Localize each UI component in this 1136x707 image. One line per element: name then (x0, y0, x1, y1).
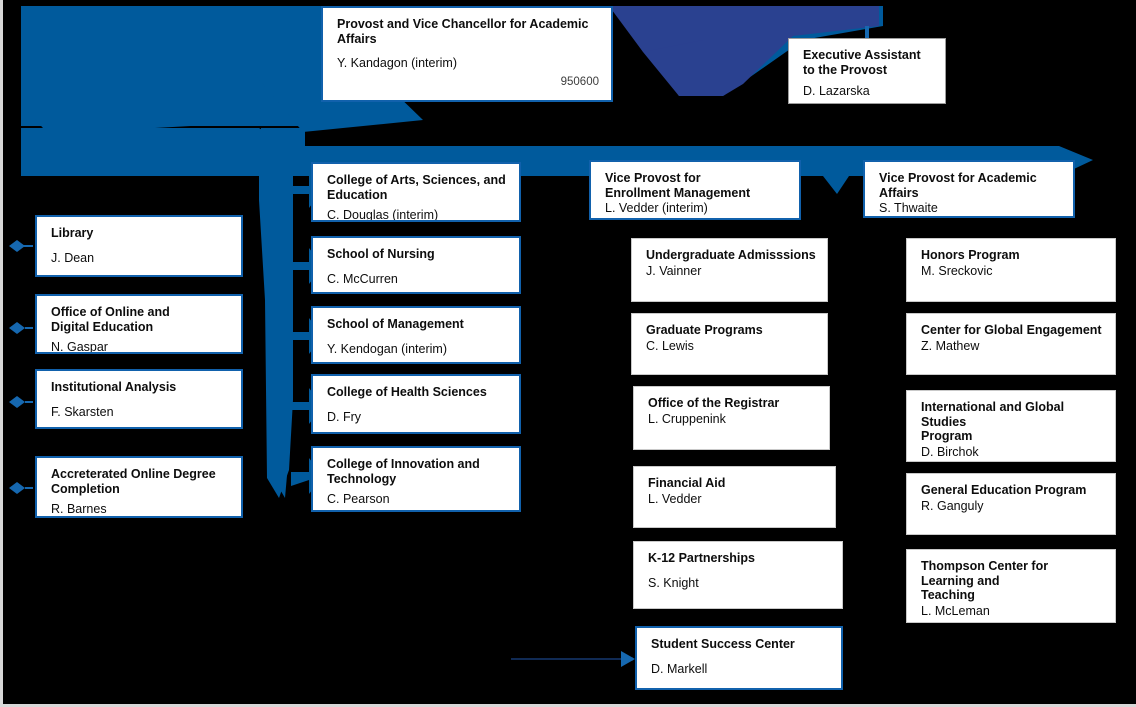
node-school-of-management[interactable]: School of Management Y. Kendogan (interi… (311, 306, 521, 364)
node-online-digital-education-name: N. Gaspar (51, 340, 108, 354)
node-college-health-sciences-name: D. Fry (327, 409, 362, 424)
node-online-digital-education-title: Office of Online and Digital Education (51, 305, 170, 334)
node-graduate-programs-name: C. Lewis (646, 338, 694, 353)
node-center-global-engagement[interactable]: Center for Global Engagement Z. Mathew (906, 313, 1116, 375)
node-student-success-center-title: Student Success Center (651, 637, 795, 651)
node-vp-enrollment-name: L. Vedder (interim) (605, 201, 708, 215)
node-provost[interactable]: Provost and Vice Chancellor for Academic… (321, 6, 613, 102)
node-general-education-program-name: R. Ganguly (921, 498, 984, 513)
node-online-digital-education[interactable]: Office of Online and Digital Education N… (35, 294, 243, 354)
org-chart-canvas: Provost and Vice Chancellor for Academic… (0, 0, 1136, 707)
node-college-innovation-technology[interactable]: College of Innovation and Technology C. … (311, 446, 521, 512)
node-k12-partnerships-name: S. Knight (648, 575, 699, 590)
node-accelerated-online-degree-title: Accreterated Online Degree Completion (51, 467, 216, 496)
node-thompson-center-name: L. McLeman (921, 603, 990, 618)
node-college-arts-name: C. Douglas (interim) (327, 208, 439, 222)
node-center-global-engagement-name: Z. Mathew (921, 338, 980, 353)
node-college-health-sciences-title: College of Health Sciences (327, 385, 487, 399)
node-school-of-management-title: School of Management (327, 317, 464, 331)
node-center-global-engagement-title: Center for Global Engagement (921, 323, 1102, 337)
student-success-connector (511, 651, 635, 667)
node-honors-program[interactable]: Honors Program M. Sreckovic (906, 238, 1116, 302)
node-international-global-studies-name: D. Birchok (921, 444, 979, 459)
node-office-of-registrar[interactable]: Office of the Registrar L. Cruppenink (633, 386, 830, 450)
node-library-name: J. Dean (51, 250, 95, 265)
node-thompson-center-title: Thompson Center for Learning and Teachin… (921, 559, 1049, 602)
node-international-global-studies-title: International and Global Studies Program (921, 400, 1065, 443)
node-institutional-analysis-title: Institutional Analysis (51, 380, 177, 394)
node-vp-enrollment-title: Vice Provost for Enrollment Management (605, 171, 751, 200)
node-accelerated-online-degree-name: R. Barnes (51, 502, 107, 516)
node-undergraduate-admissions-name: J. Vainner (646, 263, 702, 278)
node-exec-assistant-name: D. Lazarska (803, 84, 870, 98)
node-graduate-programs-title: Graduate Programs (646, 323, 763, 337)
node-general-education-program-title: General Education Program (921, 483, 1087, 497)
node-vp-academic-affairs-title: Vice Provost for Academic Affairs (879, 171, 1037, 200)
node-exec-assistant-title: Executive Assistant to the Provost (803, 48, 921, 77)
node-vp-academic-affairs-name: S. Thwaite (879, 201, 938, 215)
node-school-of-nursing-name: C. McCurren (327, 271, 398, 286)
node-institutional-analysis-name: F. Skarsten (51, 404, 114, 419)
node-honors-program-title: Honors Program (921, 248, 1020, 262)
node-institutional-analysis[interactable]: Institutional Analysis F. Skarsten (35, 369, 243, 429)
node-office-of-registrar-title: Office of the Registrar (648, 396, 780, 410)
node-student-success-center[interactable]: Student Success Center D. Markell (635, 626, 843, 690)
node-college-innovation-title: College of Innovation and Technology (327, 457, 480, 486)
node-school-of-nursing-title: School of Nursing (327, 247, 435, 261)
node-college-arts-title: College of Arts, Sciences, and Education (327, 173, 506, 202)
column1-connectors (9, 240, 33, 494)
node-college-health-sciences[interactable]: College of Health Sciences D. Fry (311, 374, 521, 434)
node-school-of-nursing[interactable]: School of Nursing C. McCurren (311, 236, 521, 294)
node-provost-name: Y. Kandagon (interim) (337, 56, 457, 70)
node-vp-enrollment-management[interactable]: Vice Provost for Enrollment Management L… (589, 160, 801, 220)
node-financial-aid-title: Financial Aid (648, 476, 726, 490)
node-honors-program-name: M. Sreckovic (921, 263, 993, 278)
node-school-of-management-name: Y. Kendogan (interim) (327, 341, 447, 356)
node-financial-aid[interactable]: Financial Aid L. Vedder (633, 466, 836, 528)
node-undergraduate-admissions[interactable]: Undergraduate Admisssions J. Vainner (631, 238, 828, 302)
node-general-education-program[interactable]: General Education Program R. Ganguly (906, 473, 1116, 535)
node-provost-title: Provost and Vice Chancellor for Academic… (337, 17, 589, 46)
node-accelerated-online-degree[interactable]: Accreterated Online Degree Completion R.… (35, 456, 243, 518)
node-college-arts-sciences-education[interactable]: College of Arts, Sciences, and Education… (311, 162, 521, 222)
node-library-title: Library (51, 226, 94, 240)
node-provost-code: 950600 (560, 76, 599, 88)
node-k12-partnerships-title: K-12 Partnerships (648, 551, 755, 565)
node-undergraduate-admissions-title: Undergraduate Admisssions (646, 248, 816, 262)
node-student-success-center-name: D. Markell (651, 661, 708, 676)
node-k12-partnerships[interactable]: K-12 Partnerships S. Knight (633, 541, 843, 609)
node-exec-assistant[interactable]: Executive Assistant to the Provost D. La… (788, 38, 946, 104)
node-graduate-programs[interactable]: Graduate Programs C. Lewis (631, 313, 828, 375)
node-vp-academic-affairs[interactable]: Vice Provost for Academic Affairs S. Thw… (863, 160, 1075, 218)
node-office-of-registrar-name: L. Cruppenink (648, 411, 726, 426)
node-thompson-center-learning-teaching[interactable]: Thompson Center for Learning and Teachin… (906, 549, 1116, 623)
node-international-global-studies[interactable]: International and Global Studies Program… (906, 390, 1116, 462)
node-college-innovation-name: C. Pearson (327, 492, 390, 506)
node-financial-aid-name: L. Vedder (648, 491, 702, 506)
node-library[interactable]: Library J. Dean (35, 215, 243, 277)
